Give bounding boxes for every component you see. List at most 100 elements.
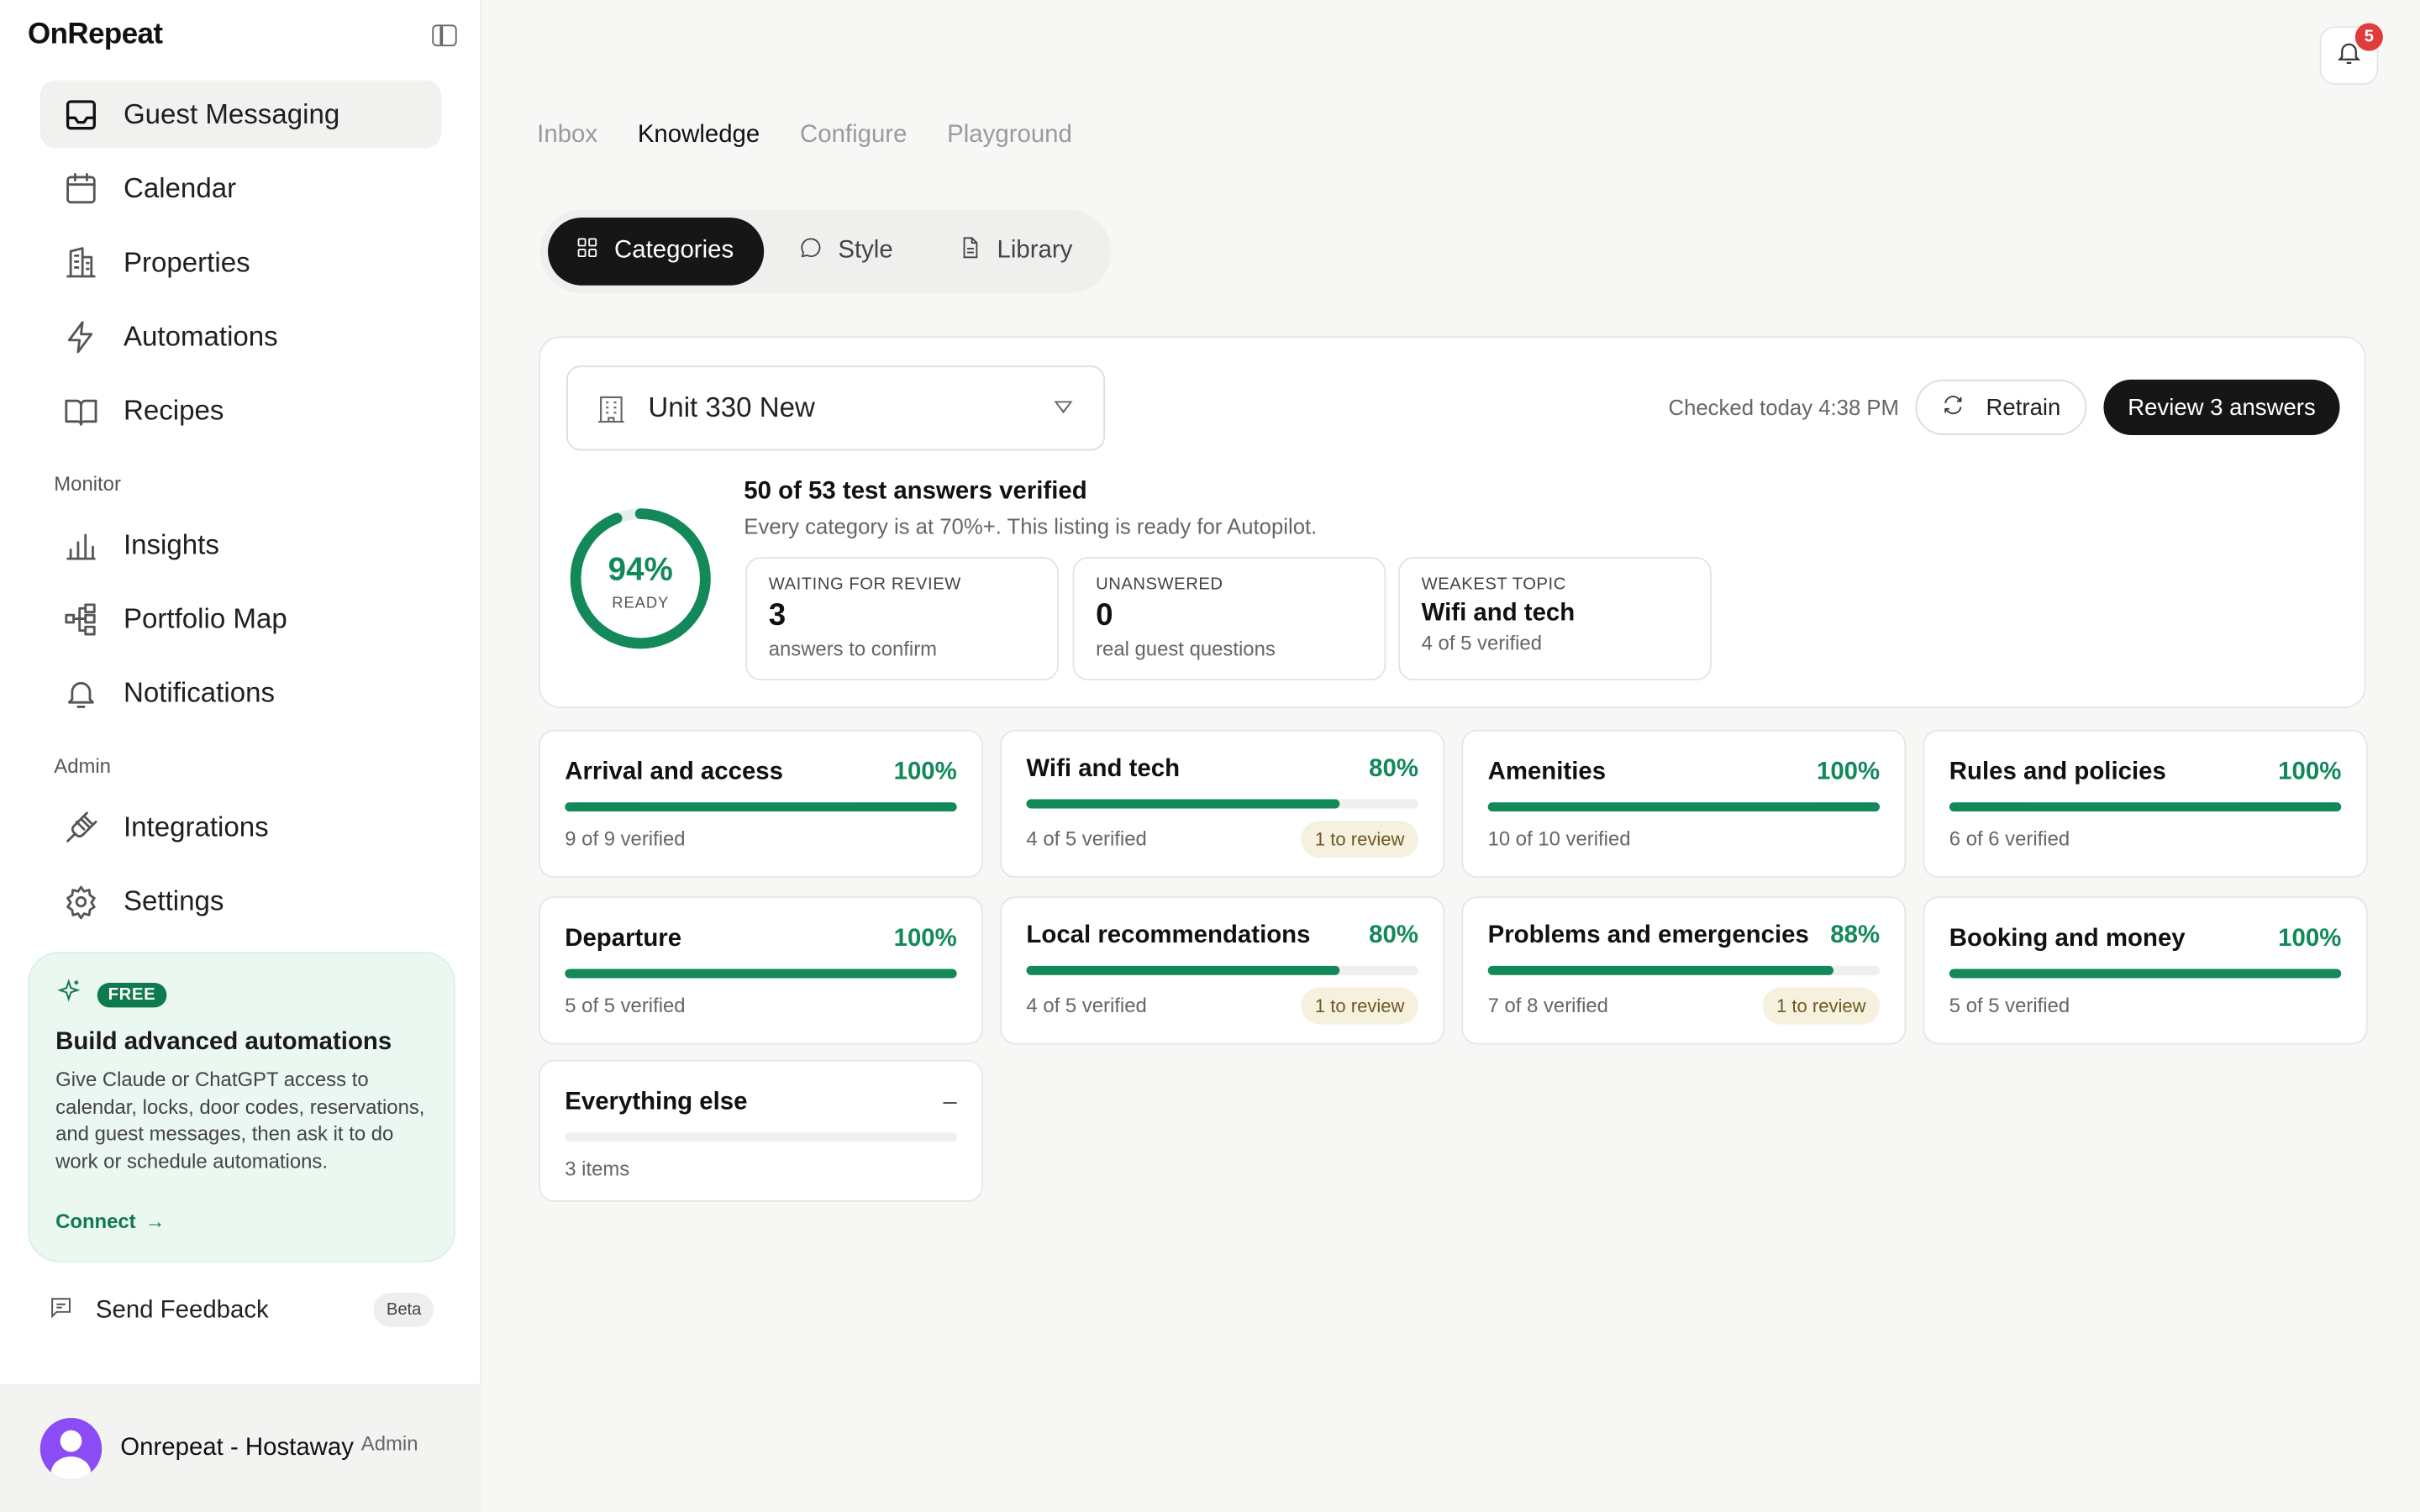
category-progress-track [565,969,957,979]
sidebar-item-label: Integrations [123,811,269,842]
sidebar-item-settings[interactable]: Settings [40,867,442,935]
category-card[interactable]: Local recommendations 80% 4 of 5 verifie… [1000,896,1445,1045]
send-feedback-button[interactable]: Send Feedback Beta [48,1293,437,1330]
segment-label: Style [838,237,893,265]
sidebar-item-guest-messaging[interactable]: Guest Messaging [39,80,442,149]
section-label-admin: Admin [54,754,111,778]
category-percent: 80% [1369,922,1418,949]
category-card[interactable]: Problems and emergencies 88% 7 of 8 veri… [1461,896,1907,1045]
sidebar-item-automations[interactable]: Automations [40,302,442,370]
network-icon [61,600,98,637]
stat-weakest-topic[interactable]: WEAKEST TOPIC Wifi and tech 4 of 5 verif… [1398,557,1712,680]
readiness-summary-card: Unit 330 New Checked today 4:38 PM Retra… [539,336,2366,709]
category-progress-fill [565,969,957,979]
section-label-monitor: Monitor [54,472,121,496]
send-feedback-label: Send Feedback [95,1297,269,1324]
sparkle-icon [55,978,82,1011]
feedback-icon [48,1294,74,1328]
sidebar-toggle-icon[interactable] [432,24,457,47]
unit-select[interactable]: Unit 330 New [566,365,1106,451]
tab-knowledge[interactable]: Knowledge [638,122,760,150]
stat-label: WEAKEST TOPIC [1421,575,1566,595]
chevron-down-icon [1054,401,1073,414]
sidebar-item-label: Automations [123,320,278,351]
category-progress-track [565,802,957,812]
stat-value: Wifi and tech [1421,600,1576,627]
promo-title: Build advanced automations [55,1029,392,1056]
category-card[interactable]: Amenities 100% 10 of 10 verified [1461,729,1907,879]
category-count: 4 of 5 verified [1026,827,1147,851]
category-title: Everything else [565,1089,748,1116]
connect-link[interactable]: Connect → [55,1210,165,1233]
category-card[interactable]: Everything else – 3 items [539,1059,983,1202]
sidebar-item-label: Calendar [123,171,237,203]
gear-icon [61,883,98,920]
sidebar-item-insights[interactable]: Insights [40,511,442,579]
category-count: 7 of 8 verified [1487,993,1608,1017]
arrow-right-icon: → [145,1210,166,1233]
sidebar-item-label: Guest Messaging [123,97,340,129]
segment-categories[interactable]: Categories [548,217,765,286]
plug-icon [61,808,98,845]
review-answers-button[interactable]: Review 3 answers [2103,379,2340,435]
sidebar-item-notifications[interactable]: Notifications [40,659,442,727]
readiness-percent: 94% [608,552,673,588]
category-progress-track [565,1132,957,1142]
stat-waiting-for-review[interactable]: WAITING FOR REVIEW 3 answers to confirm [745,557,1059,680]
category-card[interactable]: Arrival and access 100% 9 of 9 verified [539,729,983,879]
bar-chart-icon [61,526,98,563]
category-progress-fill [1026,965,1340,975]
category-title: Rules and policies [1949,759,2166,785]
category-title: Wifi and tech [1026,756,1181,783]
stat-sub: answers to confirm [768,637,938,661]
category-count: 4 of 5 verified [1026,993,1147,1017]
retrain-label: Retrain [1986,394,2061,421]
review-badge[interactable]: 1 to review [1301,987,1418,1025]
retrain-button[interactable]: Retrain [1915,379,2087,435]
category-percent: 100% [1816,759,1881,785]
last-checked-text: Checked today 4:38 PM [1668,395,1899,420]
sidebar-item-integrations[interactable]: Integrations [40,793,442,861]
category-progress-track [1487,965,1881,975]
promo-card: FREE Build advanced automations Give Cla… [28,952,455,1263]
sidebar-item-calendar[interactable]: Calendar [40,155,442,223]
review-badge[interactable]: 1 to review [1301,821,1418,858]
category-card[interactable]: Wifi and tech 80% 4 of 5 verified 1 to r… [1000,729,1445,879]
category-progress-fill [1949,969,2342,979]
category-progress-fill [565,802,957,812]
promo-body: Give Claude or ChatGPT access to calenda… [55,1068,425,1172]
category-count: 5 of 5 verified [565,993,686,1017]
inbox-icon [61,96,98,133]
bell-icon [61,675,98,711]
tab-inbox[interactable]: Inbox [537,122,597,150]
tab-playground[interactable]: Playground [947,122,1072,150]
document-icon [959,236,982,267]
segment-label: Library [997,237,1073,265]
category-card[interactable]: Booking and money 100% 5 of 5 verified [1923,896,2368,1045]
category-progress-fill [1487,802,1881,812]
calendar-icon [61,170,98,207]
connect-link-label: Connect [55,1210,136,1233]
sidebar: OnRepeat Guest Messaging Calendar Proper… [0,0,482,1512]
segment-library[interactable]: Library [931,218,1101,286]
segment-label: Categories [614,237,734,265]
verified-subtitle: Every category is at 70%+. This listing … [744,513,1318,539]
sidebar-item-recipes[interactable]: Recipes [40,376,442,444]
tab-configure[interactable]: Configure [800,122,907,150]
segment-style[interactable]: Style [771,218,920,286]
readiness-label: READY [612,595,670,613]
sidebar-item-label: Properties [123,245,250,277]
category-card[interactable]: Departure 100% 5 of 5 verified [539,896,983,1045]
category-card[interactable]: Rules and policies 100% 6 of 6 verified [1923,729,2368,879]
view-segmented-control: Categories Style Library [539,209,1112,293]
category-title: Booking and money [1949,926,2186,953]
sidebar-item-label: Notifications [123,676,276,708]
sidebar-item-properties[interactable]: Properties [40,228,442,297]
stat-unanswered[interactable]: UNANSWERED 0 real guest questions [1072,557,1386,680]
review-badge[interactable]: 1 to review [1762,987,1881,1025]
category-title: Local recommendations [1026,922,1311,949]
category-count: 10 of 10 verified [1487,827,1631,851]
sidebar-item-portfolio-map[interactable]: Portfolio Map [40,585,442,653]
sidebar-item-label: Recipes [123,394,224,426]
user-menu[interactable]: Onrepeat - Hostaway Admin [0,1383,482,1512]
